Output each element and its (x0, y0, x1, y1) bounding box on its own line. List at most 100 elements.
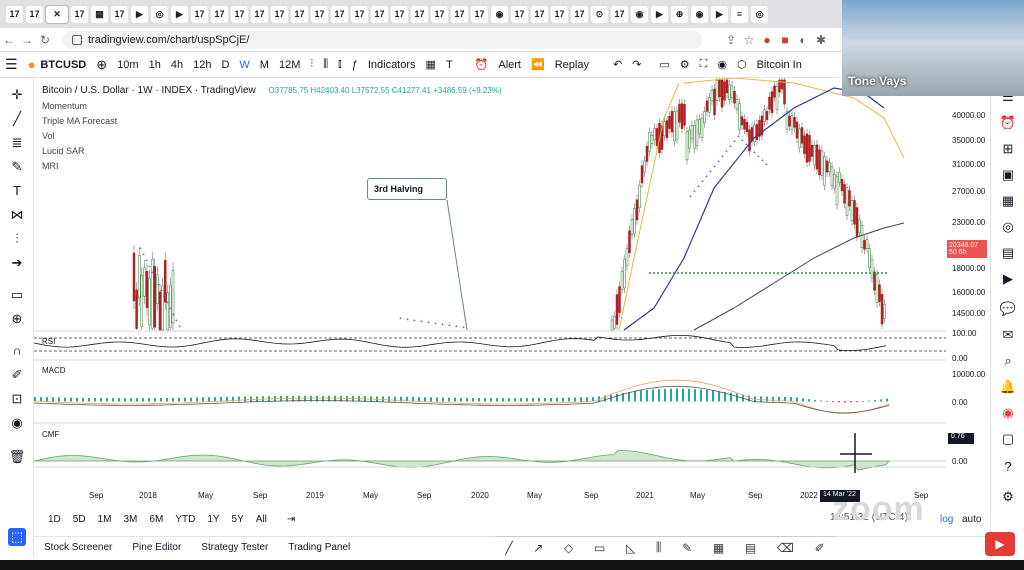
date-scale[interactable]: Sep 2018 May Sep 2019 May Sep 2020 May S… (36, 488, 946, 502)
browser-tab[interactable]: ▶ (131, 5, 148, 23)
arrow-tool-icon[interactable]: ↗ (533, 541, 543, 555)
browser-tab[interactable]: 17 (451, 5, 468, 23)
trash-icon[interactable]: 🗑 (8, 448, 26, 466)
indicator-lucid-sar[interactable]: Lucid SAR (42, 146, 502, 156)
browser-tab[interactable]: 17 (331, 5, 348, 23)
browser-tab[interactable]: 17 (231, 5, 248, 23)
alerts-icon[interactable]: ⏰ (999, 114, 1017, 132)
data-window-icon[interactable]: ⊞ (999, 140, 1017, 158)
settings-icon[interactable]: ⚙ (675, 58, 695, 71)
indicator-mri[interactable]: MRI (42, 161, 502, 171)
indicator-vol[interactable]: Vol (42, 131, 502, 141)
browser-tab[interactable]: 17 (111, 5, 128, 23)
menu-icon[interactable]: ☰ (0, 56, 23, 73)
browser-tab[interactable]: 17 (431, 5, 448, 23)
browser-tab[interactable]: 17 (411, 5, 428, 23)
browser-tab[interactable]: 17 (26, 5, 43, 23)
interval-12h[interactable]: 12h (188, 59, 216, 71)
browser-tab[interactable]: 17 (71, 5, 88, 23)
extension-icon[interactable]: ■ (776, 33, 794, 47)
range-6m[interactable]: 6M (143, 514, 169, 525)
snapshot-icon[interactable]: ◉ (712, 58, 732, 71)
range-1m[interactable]: 1M (92, 514, 118, 525)
bars-tool-icon[interactable]: ⫼ (656, 540, 662, 555)
browser-tab[interactable]: ▶ (651, 5, 668, 23)
share-icon[interactable]: ⇪ (722, 33, 740, 47)
browser-tab[interactable]: 17 (191, 5, 208, 23)
auto-toggle[interactable]: auto (962, 514, 981, 525)
ruler-tool-icon[interactable]: ◺ (626, 541, 635, 555)
interval-4h[interactable]: 4h (166, 59, 188, 71)
interval-m[interactable]: M (255, 59, 274, 71)
magnet-icon[interactable]: ∩ (8, 342, 26, 360)
range-3m[interactable]: 3M (118, 514, 144, 525)
zoom-in-icon[interactable]: ⊕ (8, 310, 26, 328)
interval-1h[interactable]: 1h (144, 59, 166, 71)
range-ytd[interactable]: YTD (169, 514, 201, 525)
table-tool-icon[interactable]: ▤ (745, 541, 756, 555)
browser-tab[interactable]: 17 (6, 5, 23, 23)
chart-type-icon[interactable]: ⫶ (305, 58, 318, 71)
undo-icon[interactable]: ↶ (608, 58, 627, 71)
trading-panel-tab[interactable]: Trading Panel (278, 542, 360, 553)
browser-tab[interactable]: ▦ (91, 5, 108, 23)
range-1d[interactable]: 1D (42, 514, 67, 525)
extension-icon[interactable]: ◐ (794, 33, 812, 47)
halving-annotation[interactable]: 3rd Halving (367, 178, 447, 200)
log-toggle[interactable]: log (940, 514, 953, 525)
browser-tab[interactable]: ◎ (151, 5, 168, 23)
chats-icon[interactable]: 💬 (999, 300, 1017, 318)
ideas-stream-icon[interactable]: ◉ (999, 404, 1017, 422)
compare-label[interactable]: Bitcoin In (752, 59, 807, 71)
object-tree-icon[interactable]: ⬚ (8, 528, 26, 546)
calendar-icon[interactable]: ▦ (999, 192, 1017, 210)
note-tool-icon[interactable]: ▭ (594, 541, 605, 555)
hotlist-icon[interactable]: ▣ (999, 166, 1017, 184)
subscribe-icon[interactable]: ▶ (985, 532, 1015, 556)
compare-icon[interactable]: ⬡ (732, 58, 752, 71)
horizontal-lines-icon[interactable]: ≣ (8, 134, 26, 152)
pattern-icon[interactable]: ⋈ (8, 206, 26, 224)
browser-tab[interactable]: ◉ (691, 5, 708, 23)
browser-tab[interactable]: 17 (351, 5, 368, 23)
reload-icon[interactable]: ↻ (36, 33, 54, 47)
news-icon[interactable]: ▤ (999, 244, 1017, 262)
browser-tab[interactable]: 17 (391, 5, 408, 23)
fib-icon[interactable]: ⫶ (8, 230, 26, 248)
strategy-tester-tab[interactable]: Strategy Tester (191, 542, 278, 553)
crosshair-icon[interactable]: ✛ (8, 86, 26, 104)
browser-tab[interactable]: ≡ (731, 5, 748, 23)
browser-tab[interactable]: ▶ (171, 5, 188, 23)
browser-tab[interactable]: ▶ (711, 5, 728, 23)
macd-pane-label[interactable]: MACD (42, 366, 66, 375)
browser-tab[interactable]: 17 (611, 5, 628, 23)
help-icon[interactable]: ? (999, 458, 1017, 476)
chat-bubble-icon[interactable]: ▢ (999, 430, 1017, 448)
browser-tab[interactable]: 17 (311, 5, 328, 23)
extension-icon[interactable]: ● (758, 33, 776, 47)
browser-tab[interactable]: ⊙ (591, 5, 608, 23)
streams-icon[interactable]: ▶ (999, 270, 1017, 288)
browser-tab[interactable]: 17 (571, 5, 588, 23)
lock-drawings-icon[interactable]: ⊡ (8, 390, 26, 408)
indicator-momentum[interactable]: Momentum (42, 101, 502, 111)
price-scale[interactable]: 40000.00 35000.00 31000.00 27000.00 2300… (946, 78, 990, 488)
messages-icon[interactable]: ✉ (999, 326, 1017, 344)
alert-icon[interactable]: ⏰ (470, 58, 494, 71)
fullscreen-icon[interactable]: ⛶ (695, 58, 713, 71)
line-tool-icon[interactable]: ╱ (505, 541, 512, 555)
replay-button[interactable]: Replay (550, 59, 594, 71)
shape-tool-icon[interactable]: ◇ (564, 541, 573, 555)
browser-tab-active[interactable]: ✕ (46, 5, 68, 23)
erase-tool-icon[interactable]: ⌫ (777, 541, 794, 555)
pencil-tool-icon[interactable]: ✐ (815, 541, 825, 555)
browser-tab[interactable]: 17 (271, 5, 288, 23)
browser-tab[interactable]: 17 (371, 5, 388, 23)
brush-icon[interactable]: ✎ (8, 158, 26, 176)
browser-tab[interactable]: 17 (471, 5, 488, 23)
grid-tool-icon[interactable]: ▦ (713, 541, 724, 555)
back-icon[interactable]: ← (0, 33, 18, 47)
pen-tool-icon[interactable]: ✎ (682, 541, 692, 555)
browser-tab[interactable]: ◉ (631, 5, 648, 23)
eye-icon[interactable]: ◉ (8, 414, 26, 432)
